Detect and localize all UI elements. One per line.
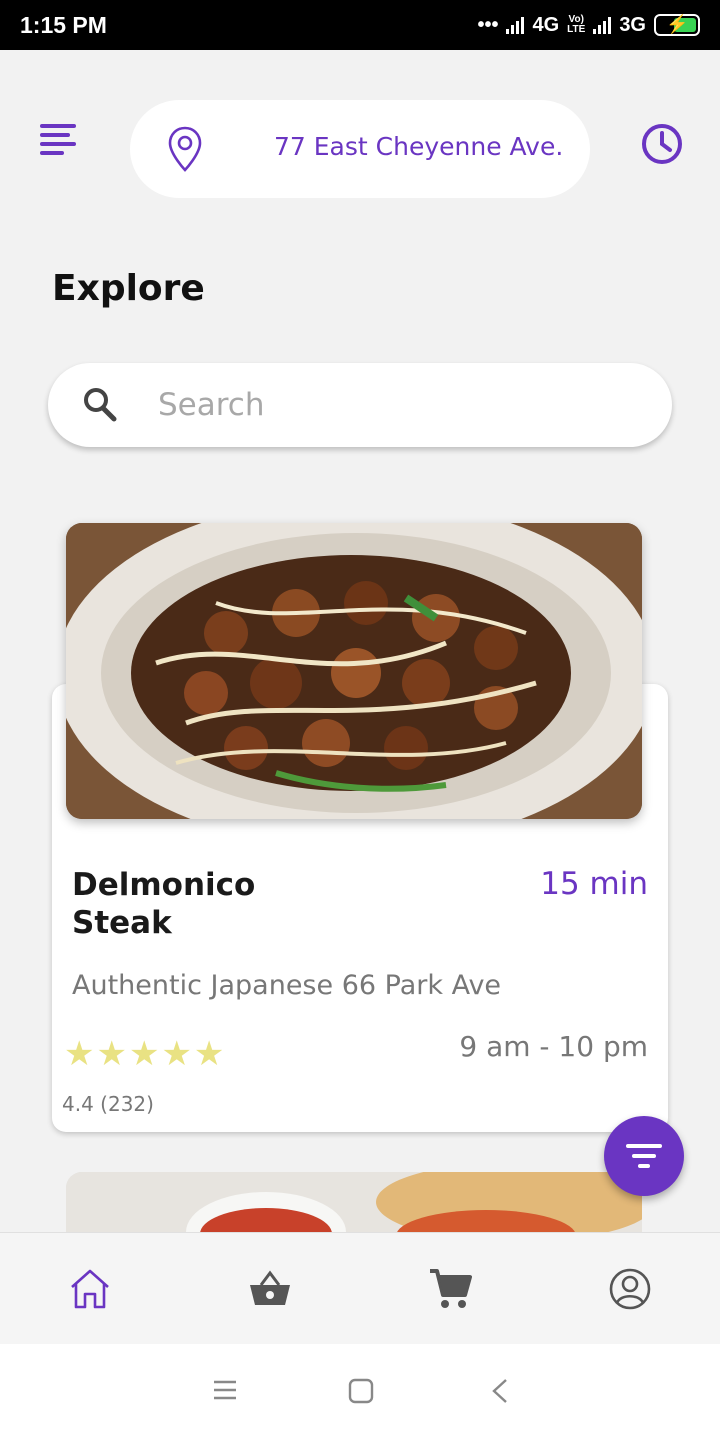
food-photo: [66, 523, 642, 819]
cart-icon[interactable]: [428, 1267, 472, 1311]
top-bar: 77 East Cheyenne Ave....: [0, 100, 720, 198]
basket-icon[interactable]: [248, 1267, 292, 1311]
food-image[interactable]: [66, 523, 642, 819]
bottom-navigation: [0, 1232, 720, 1344]
profile-icon[interactable]: [608, 1267, 652, 1311]
filter-button[interactable]: [604, 1116, 684, 1196]
location-selector[interactable]: 77 East Cheyenne Ave....: [130, 100, 590, 198]
home-system-icon[interactable]: [348, 1378, 374, 1404]
volte-icon: Vo) LTE: [567, 14, 586, 35]
signal-icon-2: [593, 16, 612, 34]
home-icon[interactable]: [68, 1267, 112, 1311]
star-rating: ★★★★★: [64, 1034, 227, 1074]
system-navigation-bar: [0, 1344, 720, 1440]
restaurant-name: Delmonico Steak: [72, 867, 256, 941]
network-type-1: 4G: [532, 13, 560, 36]
signal-icon: [506, 16, 525, 34]
location-pin-icon: [168, 126, 202, 172]
food-photo-2: [66, 1172, 642, 1236]
search-icon: [84, 388, 117, 422]
search-input[interactable]: [158, 381, 638, 429]
clock-icon[interactable]: [640, 122, 684, 166]
network-type-2: 3G: [619, 13, 646, 36]
more-dots-icon: •••: [477, 13, 499, 36]
status-time: 1:15 PM: [20, 11, 107, 38]
restaurant-description: Authentic Japanese 66 Park Ave: [72, 970, 502, 1001]
battery-icon: ⚡: [654, 14, 700, 36]
location-address: 77 East Cheyenne Ave....: [274, 132, 564, 161]
opening-hours: 9 am - 10 pm: [459, 1030, 648, 1063]
status-icons: ••• 4G Vo) LTE 3G ⚡: [477, 14, 700, 37]
page-title: Explore: [52, 268, 205, 309]
recent-apps-icon[interactable]: [212, 1378, 238, 1402]
delivery-time: 15 min: [540, 866, 648, 902]
food-image-2[interactable]: [66, 1172, 642, 1236]
status-bar: 1:15 PM ••• 4G Vo) LTE 3G ⚡: [0, 0, 720, 50]
menu-icon[interactable]: [40, 124, 80, 164]
search-bar[interactable]: [48, 363, 672, 447]
rating-count: 4.4 (232): [62, 1092, 154, 1116]
back-icon[interactable]: [490, 1378, 510, 1404]
